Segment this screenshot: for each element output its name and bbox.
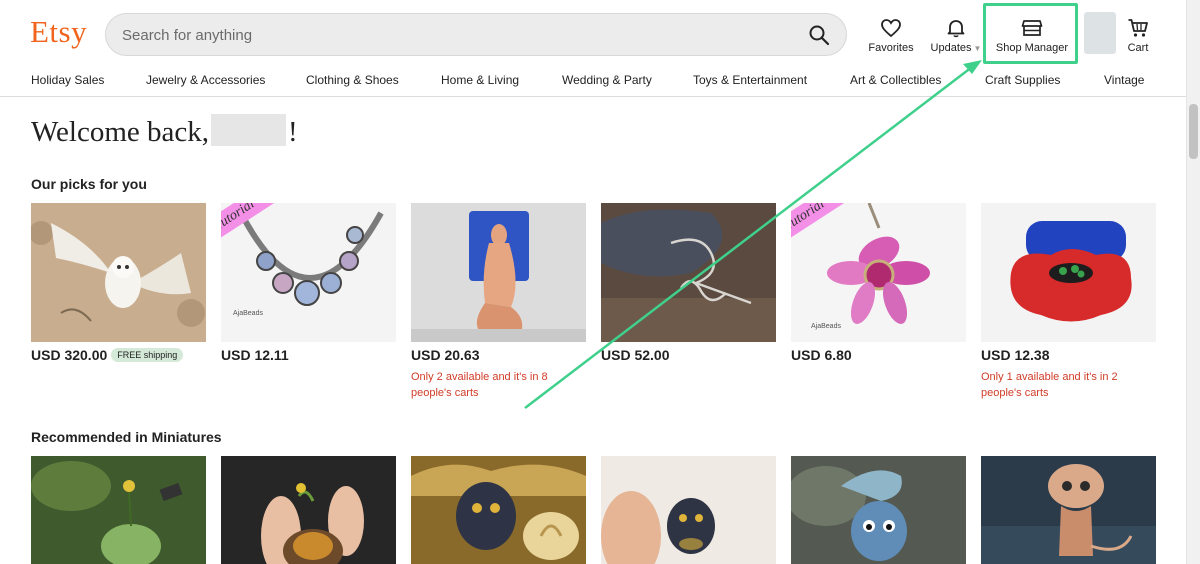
hand-held-miniature-image[interactable] xyxy=(221,456,396,564)
wire-brooch-image[interactable] xyxy=(601,203,776,342)
listing-card[interactable]: USD 52.00 xyxy=(601,203,776,363)
listing-price: USD 320.00 xyxy=(31,347,108,363)
miniatures-section-title: Recommended in Miniatures xyxy=(31,429,222,445)
search-icon xyxy=(809,25,830,46)
listing-price: USD 20.63 xyxy=(411,347,480,363)
nav-item-home-living[interactable]: Home & Living xyxy=(441,73,519,87)
ajabeads-watermark: AjaBeads xyxy=(811,323,841,330)
listing-price: USD 12.11 xyxy=(221,347,289,363)
beetle-in-hand-image[interactable] xyxy=(601,456,776,564)
beaded-pendant-image[interactable]: AjaBeads Tutorial xyxy=(791,203,966,342)
listing-price: USD 6.80 xyxy=(791,347,852,363)
listing-card[interactable]: USD 12.38 Only 1 available and it's in 2… xyxy=(981,203,1156,401)
scarcity-note: Only 1 available and it's in 2 people's … xyxy=(981,371,1118,399)
figure-mold-image[interactable] xyxy=(411,203,586,342)
etsy-logo[interactable]: Etsy xyxy=(30,14,87,50)
welcome-prefix: Welcome back, xyxy=(31,116,210,148)
vertical-scrollbar[interactable] xyxy=(1186,0,1200,564)
nav-item-jewelry[interactable]: Jewelry & Accessories xyxy=(146,73,265,87)
cart-label: Cart xyxy=(1127,42,1149,54)
bell-icon xyxy=(947,20,965,38)
favorites-label: Favorites xyxy=(868,42,914,54)
redacted-username xyxy=(211,114,287,147)
avatar[interactable] xyxy=(1084,12,1116,54)
welcome-heading: Welcome back,! xyxy=(31,114,298,150)
listing-card[interactable]: USD 20.63 Only 2 available and it's in 8… xyxy=(411,203,586,401)
beetle-miniature-image[interactable] xyxy=(411,456,586,564)
nav-item-clothing[interactable]: Clothing & Shoes xyxy=(306,73,399,87)
owl-embroidery-image[interactable] xyxy=(31,203,206,342)
nav-item-art[interactable]: Art & Collectibles xyxy=(850,73,941,87)
search-bar xyxy=(105,13,847,56)
ajabeads-watermark: AjaBeads xyxy=(233,310,263,317)
nav-item-wedding[interactable]: Wedding & Party xyxy=(562,73,652,87)
listing-price: USD 12.38 xyxy=(981,347,1050,363)
free-shipping-badge: FREE shipping xyxy=(111,348,184,362)
listing-card[interactable]: USD 320.00 FREE shipping xyxy=(31,203,206,364)
nav-item-craft-supplies[interactable]: Craft Supplies xyxy=(985,73,1060,87)
poppy-mold-image[interactable] xyxy=(981,203,1156,342)
updates-button[interactable]: Updates ▼ xyxy=(926,18,986,54)
category-nav: Holiday Sales Jewelry & Accessories Clot… xyxy=(0,68,1186,97)
nav-item-holiday-sales[interactable]: Holiday Sales xyxy=(31,73,104,87)
beaded-necklace-image[interactable]: AjaBeads Tutorial xyxy=(221,203,396,342)
cart-button[interactable]: Cart xyxy=(1124,18,1152,54)
search-button[interactable] xyxy=(808,24,832,48)
nav-item-vintage[interactable]: Vintage xyxy=(1104,73,1144,87)
shop-manager-highlight-box xyxy=(983,3,1078,64)
search-input[interactable] xyxy=(122,24,782,46)
nav-item-toys[interactable]: Toys & Entertainment xyxy=(693,73,807,87)
cart-icon xyxy=(1128,19,1148,37)
listing-card[interactable]: AjaBeads Tutorial USD 12.11 xyxy=(221,203,396,363)
header: Etsy Favorites Updates▼ Shop Manager xyxy=(0,0,1200,68)
caret-down-icon: ▼ xyxy=(973,44,982,53)
mouse-creature-image[interactable] xyxy=(981,456,1156,564)
updates-label: Updates xyxy=(930,42,972,54)
blue-creature-image[interactable] xyxy=(791,456,966,564)
scrollbar-thumb[interactable] xyxy=(1189,104,1198,159)
listing-card[interactable]: AjaBeads Tutorial USD 6.80 xyxy=(791,203,966,363)
favorites-button[interactable]: Favorites xyxy=(866,18,916,54)
picks-section-title: Our picks for you xyxy=(31,176,147,192)
heart-icon xyxy=(881,19,901,38)
welcome-suffix: ! xyxy=(288,116,298,148)
frog-miniature-image[interactable] xyxy=(31,456,206,564)
listing-price: USD 52.00 xyxy=(601,347,670,363)
scarcity-note: Only 2 available and it's in 8 people's … xyxy=(411,371,548,399)
